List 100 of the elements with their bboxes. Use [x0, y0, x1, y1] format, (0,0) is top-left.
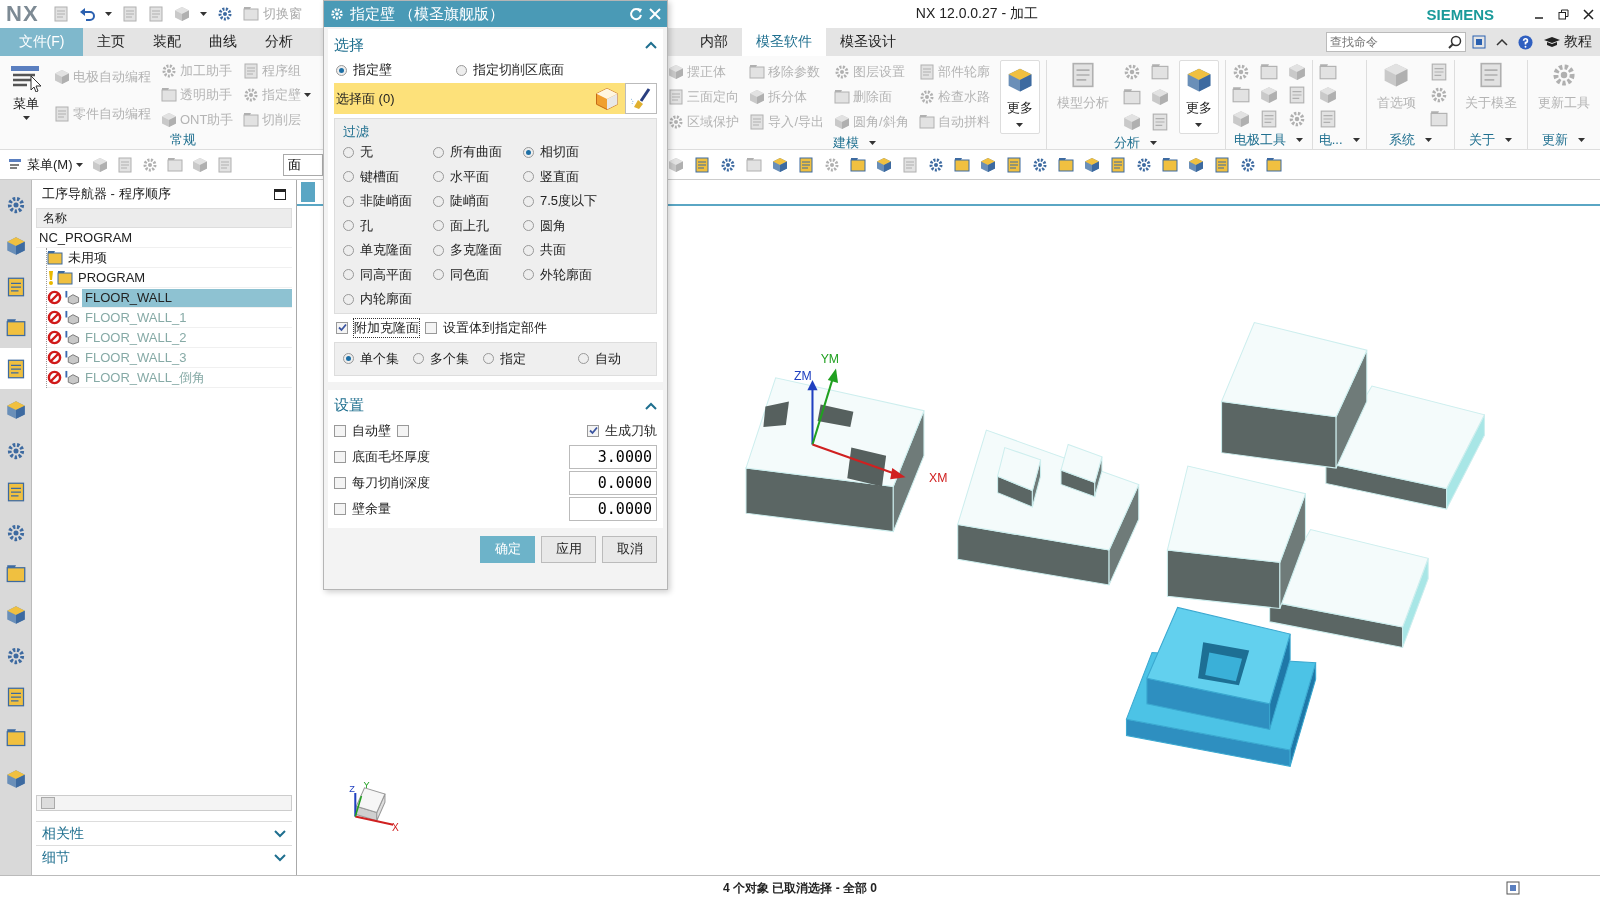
- radio-button[interactable]: [413, 353, 424, 364]
- filter-option[interactable]: 同高平面: [343, 265, 433, 284]
- filter-option[interactable]: 7.5度以下: [523, 192, 648, 211]
- radio-button[interactable]: [343, 220, 354, 232]
- radio-option[interactable]: 多个集: [413, 349, 483, 368]
- cube-icon[interactable]: [5, 768, 26, 789]
- radio-button[interactable]: [433, 269, 444, 281]
- radio-button[interactable]: [343, 293, 354, 305]
- fullscreen-icon[interactable]: [1472, 35, 1486, 49]
- document-icon[interactable]: [694, 156, 710, 173]
- collapse-icon[interactable]: [645, 401, 657, 410]
- chevron-up-icon[interactable]: [1496, 38, 1508, 46]
- column-header[interactable]: 名称: [36, 208, 292, 228]
- filter-option[interactable]: 圆角: [523, 216, 648, 235]
- gear-icon[interactable]: [1136, 156, 1152, 173]
- cube-icon[interactable]: [5, 399, 26, 420]
- folder-icon[interactable]: [5, 727, 26, 748]
- radio-button[interactable]: [523, 269, 534, 281]
- checkbox[interactable]: [334, 476, 346, 489]
- search-field[interactable]: 查找命令: [1326, 32, 1466, 52]
- radio-option[interactable]: 指定壁: [336, 61, 456, 79]
- folder-icon[interactable]: [954, 156, 970, 173]
- radio-button[interactable]: [343, 195, 354, 207]
- save-icon[interactable]: [52, 6, 69, 22]
- ribbon-tab[interactable]: 装配: [139, 28, 195, 56]
- gear-icon[interactable]: [1032, 156, 1048, 173]
- filter-option[interactable]: 键槽面: [343, 167, 433, 186]
- filter-option[interactable]: 竖直面: [523, 167, 648, 186]
- help-icon[interactable]: [1518, 34, 1533, 50]
- gear-icon[interactable]: [5, 440, 26, 461]
- filter-option[interactable]: 水平面: [433, 167, 523, 186]
- document-icon[interactable]: [1214, 156, 1230, 173]
- radio-option[interactable]: 指定切削区底面: [456, 61, 576, 79]
- cube-icon[interactable]: [1084, 156, 1100, 173]
- menu-button[interactable]: 菜单(M): [8, 155, 83, 174]
- checkbox[interactable]: [334, 450, 346, 463]
- maximize-icon[interactable]: [274, 188, 286, 200]
- undo-icon[interactable]: [78, 6, 95, 22]
- filter-option[interactable]: 面上孔: [433, 216, 523, 235]
- panel-header[interactable]: 细节: [42, 848, 70, 867]
- checkbox-label[interactable]: 生成刀轨: [605, 421, 657, 440]
- checkbox-label[interactable]: 壁余量: [352, 499, 391, 518]
- dialog-button[interactable]: 取消: [602, 535, 657, 563]
- checkbox-label[interactable]: 每刀切削深度: [352, 473, 430, 492]
- radio-button[interactable]: [336, 64, 347, 76]
- filter-option[interactable]: 外轮廓面: [523, 265, 648, 284]
- radio-button[interactable]: [433, 244, 444, 256]
- ribbon-tab[interactable]: 曲线: [195, 28, 251, 56]
- document-icon[interactable]: [5, 276, 26, 297]
- radio-option[interactable]: 指定: [483, 349, 553, 368]
- filter-option[interactable]: 多克隆面: [433, 241, 523, 260]
- panel-header[interactable]: 相关性: [42, 824, 84, 843]
- section-header[interactable]: 选择: [334, 35, 364, 55]
- number-field[interactable]: 0.0000: [569, 470, 657, 495]
- document-icon[interactable]: [5, 686, 26, 707]
- ribbon-tab[interactable]: 分析: [251, 28, 307, 56]
- checkbox[interactable]: [587, 424, 599, 437]
- checkbox-label[interactable]: 底面毛坯厚度: [352, 447, 430, 466]
- radio-button[interactable]: [343, 353, 354, 364]
- filter-option[interactable]: 所有曲面: [433, 143, 523, 162]
- cube-icon[interactable]: [1188, 156, 1204, 173]
- close-icon[interactable]: [1583, 8, 1594, 20]
- tree-item[interactable]: NC_PROGRAM: [36, 228, 136, 247]
- radio-button[interactable]: [433, 195, 444, 207]
- ribbon-tab[interactable]: 主页: [83, 28, 139, 56]
- filter-option[interactable]: 单克隆面: [343, 241, 433, 260]
- cube-icon[interactable]: [980, 156, 996, 173]
- folder-icon[interactable]: [1162, 156, 1178, 173]
- cube-icon[interactable]: [5, 604, 26, 625]
- cube-icon[interactable]: [876, 156, 892, 173]
- document-icon[interactable]: [1006, 156, 1022, 173]
- cube-icon[interactable]: [5, 235, 26, 256]
- scrollbar[interactable]: [36, 795, 292, 811]
- radio-button[interactable]: [523, 220, 534, 232]
- clear-selection-button[interactable]: [625, 83, 657, 114]
- radio-button[interactable]: [343, 269, 354, 281]
- radio-button[interactable]: [523, 171, 534, 183]
- gear-icon[interactable]: [720, 156, 736, 173]
- tree-item[interactable]: FLOOR_WALL: [82, 288, 292, 307]
- gear-icon[interactable]: [5, 522, 26, 543]
- filter-option[interactable]: 同色面: [433, 265, 523, 284]
- checkbox[interactable]: [334, 502, 346, 515]
- ribbon-button[interactable]: 更多: [1178, 60, 1219, 134]
- gear-icon[interactable]: [5, 645, 26, 666]
- radio-button[interactable]: [456, 64, 467, 76]
- tree-item[interactable]: 未用项: [65, 248, 110, 267]
- document-icon[interactable]: [1110, 156, 1126, 173]
- filter-option[interactable]: 共面: [523, 241, 648, 260]
- menu-button[interactable]: 菜单: [4, 60, 48, 149]
- gear-icon[interactable]: [1240, 156, 1256, 173]
- radio-button[interactable]: [433, 171, 444, 183]
- reset-icon[interactable]: [629, 7, 643, 21]
- radio-button[interactable]: [343, 244, 354, 256]
- help-link[interactable]: 教程: [1564, 33, 1592, 51]
- restore-icon[interactable]: [1558, 8, 1569, 20]
- gear-icon[interactable]: [216, 6, 233, 22]
- checkbox[interactable]: [425, 321, 437, 334]
- checkbox-label[interactable]: 自动壁: [352, 421, 391, 440]
- tree-item[interactable]: PROGRAM: [75, 268, 149, 287]
- filter-option[interactable]: 非陡峭面: [343, 192, 433, 211]
